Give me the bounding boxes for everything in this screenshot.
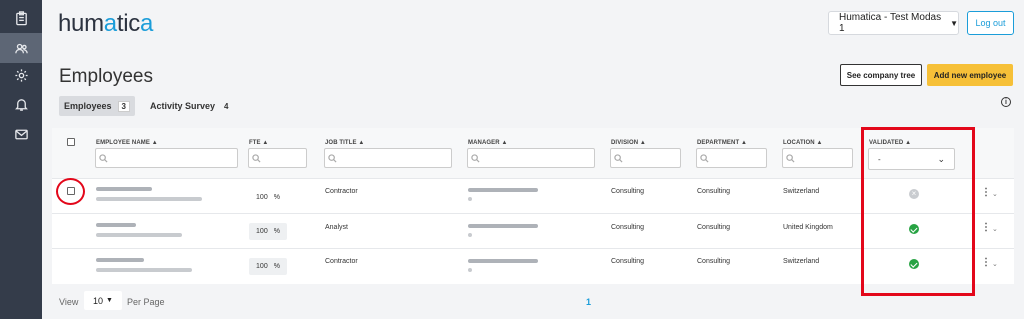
fte-filter[interactable] bbox=[248, 148, 307, 168]
search-icon bbox=[614, 154, 623, 163]
view-label: View bbox=[59, 297, 79, 307]
department: Consulting bbox=[697, 188, 731, 195]
brand-logo: humatica bbox=[58, 10, 154, 37]
pagination-page[interactable]: 1 bbox=[586, 297, 591, 307]
chevron-down-icon: ▼ bbox=[950, 18, 958, 28]
users-icon[interactable] bbox=[0, 33, 42, 63]
header-division[interactable]: DIVISION ▲ bbox=[611, 140, 646, 146]
employee-email-redacted bbox=[96, 197, 202, 201]
tab-count: 4 bbox=[224, 101, 229, 111]
employee-name-redacted bbox=[96, 258, 144, 262]
location: Switzerland bbox=[783, 258, 820, 265]
chevron-down-icon[interactable]: ⌄ bbox=[992, 190, 998, 198]
search-icon bbox=[786, 154, 795, 163]
company-select-label: Humatica - Test Modas 1 bbox=[839, 12, 942, 34]
highlight-validated-column bbox=[861, 127, 975, 296]
division-filter[interactable] bbox=[610, 148, 681, 168]
division: Consulting bbox=[611, 258, 645, 265]
chevron-down-icon[interactable]: ⌄ bbox=[992, 260, 998, 268]
job-title: Analyst bbox=[325, 224, 348, 231]
page-title: Employees bbox=[59, 66, 153, 87]
tab-activity-survey[interactable]: Activity Survey 4 bbox=[145, 96, 236, 116]
tab-count: 3 bbox=[117, 100, 130, 112]
employee-name-filter[interactable] bbox=[95, 148, 238, 168]
location-filter[interactable] bbox=[782, 148, 853, 168]
highlight-row-checkbox bbox=[56, 178, 85, 205]
department: Consulting bbox=[697, 224, 731, 231]
manager-sub-redacted bbox=[468, 233, 472, 237]
division: Consulting bbox=[611, 188, 645, 195]
search-icon bbox=[99, 154, 108, 163]
chevron-down-icon[interactable]: ⌄ bbox=[992, 225, 998, 233]
manager-filter[interactable] bbox=[467, 148, 595, 168]
location: Switzerland bbox=[783, 188, 820, 195]
logout-button[interactable]: Log out bbox=[967, 11, 1014, 35]
add-employee-button[interactable]: Add new employee bbox=[927, 64, 1013, 86]
info-icon[interactable]: i bbox=[1001, 97, 1011, 107]
header-job-title[interactable]: JOB TITLE ▲ bbox=[325, 140, 364, 146]
fte-value[interactable]: 100% bbox=[249, 258, 287, 275]
header-employee-name[interactable]: EMPLOYEE NAME ▲ bbox=[96, 140, 158, 146]
job-title-filter[interactable] bbox=[324, 148, 452, 168]
manager-redacted bbox=[468, 259, 538, 263]
manager-sub-redacted bbox=[468, 268, 472, 272]
employee-email-redacted bbox=[96, 268, 192, 272]
department: Consulting bbox=[697, 258, 731, 265]
employee-email-redacted bbox=[96, 233, 182, 237]
clipboard-icon[interactable] bbox=[0, 3, 42, 33]
search-icon bbox=[252, 154, 261, 163]
gear-icon[interactable] bbox=[0, 60, 42, 90]
more-options-icon[interactable]: ⋮ bbox=[981, 187, 991, 198]
tab-employees[interactable]: Employees 3 bbox=[59, 96, 135, 116]
department-filter[interactable] bbox=[696, 148, 767, 168]
more-options-icon[interactable]: ⋮ bbox=[981, 257, 991, 268]
header-fte[interactable]: FTE ▲ bbox=[249, 140, 268, 146]
fte-value[interactable]: 100% bbox=[249, 223, 287, 240]
mail-icon[interactable] bbox=[0, 119, 42, 149]
search-icon bbox=[328, 154, 337, 163]
search-icon bbox=[700, 154, 709, 163]
search-icon bbox=[471, 154, 480, 163]
location: United Kingdom bbox=[783, 224, 833, 231]
job-title: Contractor bbox=[325, 258, 358, 265]
header-manager[interactable]: MANAGER ▲ bbox=[468, 140, 508, 146]
manager-redacted bbox=[468, 224, 538, 228]
header-department[interactable]: DEPARTMENT ▲ bbox=[697, 140, 747, 146]
manager-redacted bbox=[468, 188, 538, 192]
per-page-label: Per Page bbox=[127, 297, 165, 307]
tab-label: Employees bbox=[64, 101, 112, 111]
job-title: Contractor bbox=[325, 188, 358, 195]
employee-name-redacted bbox=[96, 187, 152, 191]
sidebar bbox=[0, 0, 42, 319]
per-page-value: 10 bbox=[93, 295, 104, 306]
fte-value[interactable]: 100% bbox=[249, 189, 287, 206]
tab-label: Activity Survey bbox=[150, 101, 216, 111]
per-page-select[interactable]: 10 ▼ bbox=[84, 291, 122, 310]
chevron-down-icon: ▼ bbox=[106, 297, 113, 304]
manager-sub-redacted bbox=[468, 197, 472, 201]
company-select[interactable]: Humatica - Test Modas 1 ▼ bbox=[828, 11, 959, 35]
division: Consulting bbox=[611, 224, 645, 231]
select-all-checkbox[interactable] bbox=[67, 138, 75, 146]
header-location[interactable]: LOCATION ▲ bbox=[783, 140, 823, 146]
employee-name-redacted bbox=[96, 223, 136, 227]
more-options-icon[interactable]: ⋮ bbox=[981, 222, 991, 233]
see-company-tree-button[interactable]: See company tree bbox=[840, 64, 922, 86]
bell-icon[interactable] bbox=[0, 89, 42, 119]
